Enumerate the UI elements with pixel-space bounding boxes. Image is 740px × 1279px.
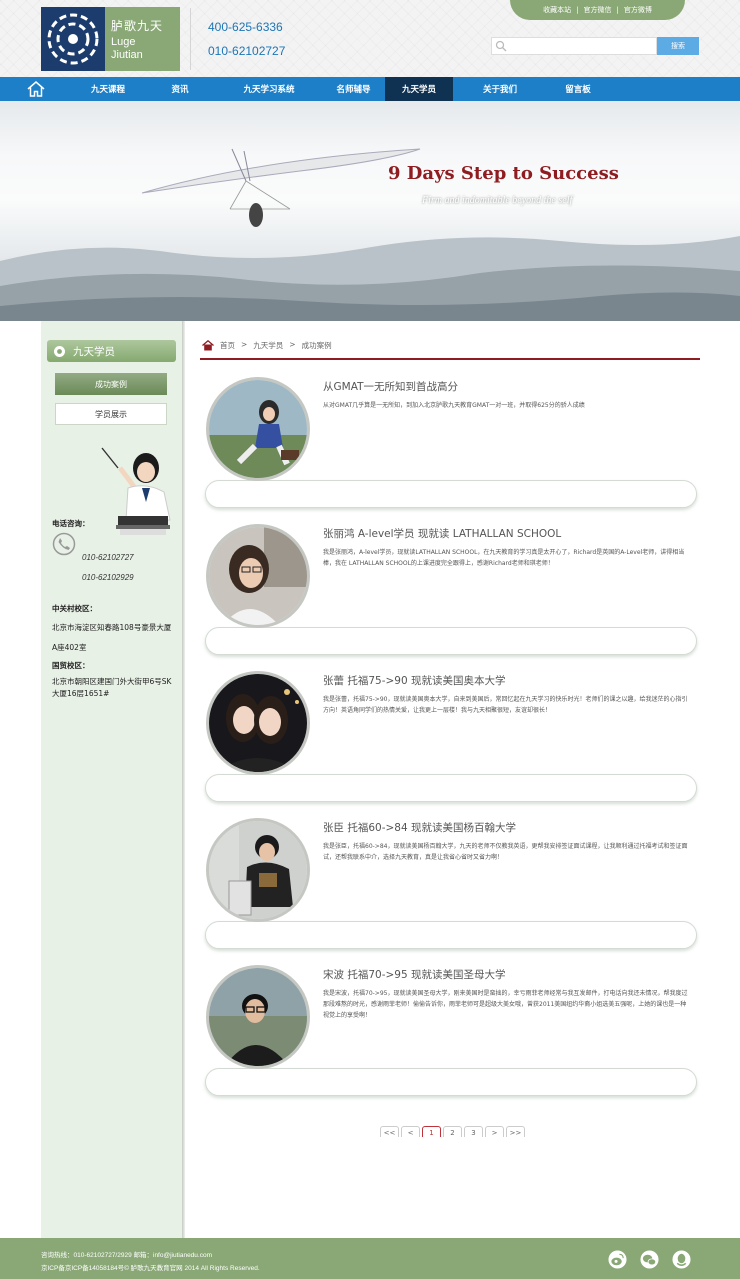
phone-hotline: 400-625-6336	[208, 20, 283, 34]
case-text: 我是宋波，托福70->95，现就读美国圣母大学，刚来美国时是蛮拙的，幸亏雨菲老师…	[323, 990, 688, 1019]
card-panel	[205, 1068, 697, 1096]
logo-en-1: Luge	[111, 35, 136, 48]
qq-icon[interactable]	[672, 1250, 691, 1269]
sidebar-phone-1: 010-62102727	[82, 553, 134, 562]
case-card: 从GMAT一无所知到首战高分 从对GMAT几乎算是一无所知，到加入北京胪歌九天教…	[205, 377, 697, 510]
nav-learning-system[interactable]: 九天学习系统	[216, 77, 322, 101]
card-panel	[205, 627, 697, 655]
site-logo[interactable]: 胪歌九天 Luge Jiutian	[41, 7, 180, 71]
wechat-link[interactable]: 官方微信	[584, 5, 612, 15]
top-links: 收藏本站 | 官方微信 | 官方微博	[510, 0, 685, 20]
case-card: 张丽鸿 A-level学员 现就读 LATHALLAN SCHOOL 我是张丽鸿…	[205, 524, 697, 657]
site-footer: 咨询热线：010-62102727/2929 邮箱：info@jiutianed…	[0, 1238, 740, 1279]
student-photo[interactable]	[206, 671, 310, 775]
pagination: << < 1 2 3 > >>	[380, 1126, 525, 1137]
card-panel	[205, 921, 697, 949]
student-photo[interactable]	[206, 965, 310, 1069]
case-text: 我是张丽鸿，A-level学员，现就读LATHALLAN SCHOOL，在九天教…	[323, 549, 685, 567]
case-card: 张臣 托福60->84 现就读美国杨百翰大学 我是张臣，托福60->84，现就读…	[205, 818, 697, 951]
page-prev[interactable]: <	[401, 1126, 420, 1137]
student-illustration	[101, 447, 171, 535]
page-1[interactable]: 1	[422, 1126, 441, 1137]
nav-tutors[interactable]: 名师辅导	[322, 77, 385, 101]
footer-copyright: 京ICP备京ICP备14058184号© 胪歌九天教育官网 2014 All R…	[41, 1265, 260, 1272]
breadcrumb-separator: >	[289, 340, 296, 349]
nav-guestbook[interactable]: 留言板	[547, 77, 609, 101]
sidebar-phone-2: 010-62102929	[82, 573, 134, 582]
gear-icon	[54, 345, 65, 357]
sidebar-title: 九天学员	[47, 340, 176, 362]
breadcrumb-separator: >	[241, 340, 248, 349]
weibo-icon[interactable]	[608, 1250, 627, 1269]
logo-emblem	[41, 7, 105, 71]
case-text: 我是张蕾，托福75->90，现就读美国奥本大学，自来到美国后，常回忆起在九天学习…	[323, 696, 688, 714]
search-button[interactable]: 搜索	[657, 37, 699, 55]
separator: |	[576, 6, 579, 14]
logo-cn: 胪歌九天	[111, 18, 164, 33]
nav-about[interactable]: 关于我们	[453, 77, 547, 101]
case-card: 张蕾 托福75->90 现就读美国奥本大学 我是张蕾，托福75->90，现就读美…	[205, 671, 697, 804]
case-title[interactable]: 张臣 托福60->84 现就读美国杨百翰大学	[323, 820, 516, 835]
search-icon	[495, 40, 507, 52]
card-panel	[205, 774, 697, 802]
card-panel	[205, 480, 697, 508]
hang-glider-scene	[0, 148, 740, 321]
sidebar-shadow	[182, 321, 185, 1238]
banner-subtitle: Firm and indomitable beyond the self	[422, 195, 573, 206]
sidebar-title-text: 九天学员	[73, 345, 115, 358]
banner-title: 9 Days Step to Success	[388, 163, 619, 184]
nav-news[interactable]: 资讯	[144, 77, 216, 101]
student-photo[interactable]	[206, 818, 310, 922]
breadcrumb: 首页 > 九天学员 > 成功案例	[200, 338, 700, 360]
phone-label: 电话咨询：	[52, 519, 90, 528]
home-icon	[202, 340, 214, 351]
page-last[interactable]: >>	[506, 1126, 525, 1137]
nav-courses[interactable]: 九天课程	[72, 77, 144, 101]
student-photo[interactable]	[206, 377, 310, 481]
logo-text: 胪歌九天 Luge Jiutian	[105, 7, 180, 71]
page-next[interactable]: >	[485, 1126, 504, 1137]
case-title[interactable]: 宋波 托福70->95 现就读美国圣母大学	[323, 967, 505, 982]
breadcrumb-students[interactable]: 九天学员	[253, 340, 283, 358]
campus1-address-line2: A座402室	[52, 643, 87, 652]
main-nav: 九天课程 资讯 九天学习系统 名师辅导 九天学员 关于我们 留言板	[0, 77, 740, 101]
case-title[interactable]: 从GMAT一无所知到首战高分	[323, 379, 458, 394]
logo-en-2: Jiutian	[111, 48, 143, 61]
case-title[interactable]: 张丽鸿 A-level学员 现就读 LATHALLAN SCHOOL	[323, 526, 561, 541]
breadcrumb-current: 成功案例	[301, 341, 332, 350]
case-text: 我是张臣，托福60->84，现就读美国杨百翰大学，九天的老师不仅教我英语，更帮我…	[323, 843, 688, 861]
case-title[interactable]: 张蕾 托福75->90 现就读美国奥本大学	[323, 673, 505, 688]
page-3[interactable]: 3	[464, 1126, 483, 1137]
campus1-address-line1: 北京市海淀区知春路108号豪景大厦	[52, 623, 172, 632]
phone-office: 010-62102727	[208, 44, 286, 58]
campus2-address-line2: 大厦16层1651#	[52, 689, 110, 698]
bookmark-link[interactable]: 收藏本站	[543, 5, 571, 15]
phone-icon	[52, 532, 76, 556]
campus1-label: 中关村校区：	[52, 604, 97, 613]
nav-home[interactable]	[0, 77, 72, 101]
hero-banner: 9 Days Step to Success Firm and indomita…	[0, 101, 740, 321]
campus2-address-line1: 北京市朝阳区建国门外大街甲6号SK	[52, 677, 172, 686]
page-2[interactable]: 2	[443, 1126, 462, 1137]
footer-contact: 咨询热线：010-62102727/2929 邮箱：info@jiutianed…	[41, 1252, 212, 1259]
header-divider	[190, 8, 191, 70]
campus2-label: 国贸校区：	[52, 661, 90, 670]
wechat-icon[interactable]	[640, 1250, 659, 1269]
nav-students[interactable]: 九天学员	[385, 77, 453, 101]
student-photo[interactable]	[206, 524, 310, 628]
case-text: 从对GMAT几乎算是一无所知，到加入北京胪歌九天教育GMAT一对一班，并取得62…	[323, 402, 585, 409]
sidebar-student-showcase-button[interactable]: 学员展示	[55, 403, 167, 425]
page-first[interactable]: <<	[380, 1126, 399, 1137]
separator: |	[616, 6, 619, 14]
search-input[interactable]	[491, 37, 657, 55]
weibo-link[interactable]: 官方微博	[624, 5, 652, 15]
home-icon	[27, 81, 45, 97]
sidebar-success-cases-button[interactable]: 成功案例	[55, 373, 167, 395]
breadcrumb-home[interactable]: 首页	[220, 340, 235, 358]
case-card: 宋波 托福70->95 现就读美国圣母大学 我是宋波，托福70->95，现就读美…	[205, 965, 697, 1098]
site-header: 胪歌九天 Luge Jiutian 400-625-6336 010-62102…	[0, 0, 740, 77]
